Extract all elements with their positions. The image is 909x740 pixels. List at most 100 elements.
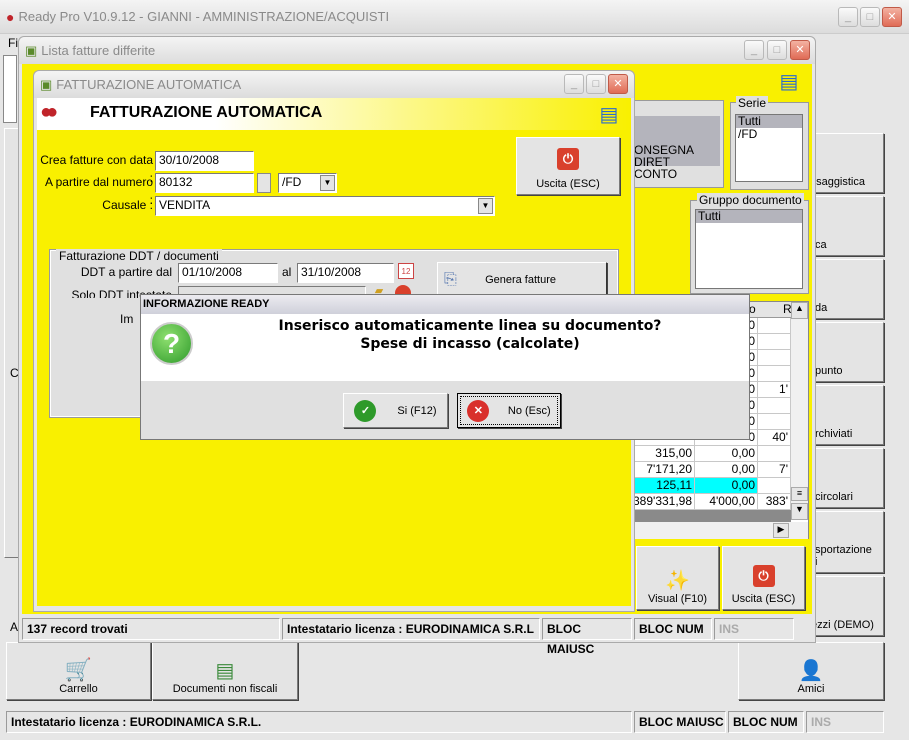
document-icon: ▣ bbox=[40, 76, 53, 92]
table-cell bbox=[758, 398, 791, 414]
power-icon: ⏻ bbox=[752, 565, 775, 587]
maximize-button[interactable]: □ bbox=[860, 7, 880, 27]
table-cell bbox=[758, 350, 791, 366]
fatt-header-title: FATTURAZIONE AUTOMATICA bbox=[90, 104, 323, 121]
main-title-bar: ● Ready Pro V10.9.12 - GIANNI - AMMINIST… bbox=[0, 0, 909, 34]
fatt-exit-button[interactable]: ⏻ Uscita (ESC) bbox=[516, 137, 620, 195]
chevron-down-icon[interactable]: ▼ bbox=[478, 198, 493, 214]
genera-fatture-button[interactable]: ⎘ Genera fatture bbox=[437, 262, 607, 298]
lista-maximize-button[interactable]: □ bbox=[767, 40, 787, 60]
person-icon: 👤 bbox=[798, 660, 824, 682]
lista-status-caps: BLOC MAIUSC bbox=[542, 618, 632, 656]
table-cell: 315,00 bbox=[633, 446, 695, 462]
serie-label: Serie bbox=[736, 96, 769, 110]
document-icon: ▣ bbox=[25, 42, 38, 58]
grid-vscrollbar[interactable]: ▲ ≡ ▼ bbox=[791, 302, 808, 520]
lista-close-button[interactable]: ✕ bbox=[790, 40, 810, 60]
records-count: 137 record trovati bbox=[22, 618, 280, 640]
lista-minimize-button[interactable]: _ bbox=[744, 40, 764, 60]
fatt-minimize-button[interactable]: _ bbox=[564, 74, 584, 94]
documents-people-icon: ▤ bbox=[599, 103, 619, 126]
list-selected[interactable]: ONSEGNA DIRET CONTO bbox=[634, 116, 720, 180]
documents-people-icon: ▤ bbox=[779, 70, 799, 93]
fatt-title: FATTURAZIONE AUTOMATICA bbox=[56, 77, 242, 92]
scroll-right-icon[interactable]: ▶ bbox=[773, 523, 789, 538]
table-cell bbox=[758, 414, 791, 430]
table-cell bbox=[758, 446, 791, 462]
x-icon: ✕ bbox=[467, 399, 490, 422]
ddt-from-label: DDT a partire dal bbox=[80, 265, 172, 279]
no-button[interactable]: ✕ No (Esc) bbox=[457, 393, 561, 428]
check-icon: ✓ bbox=[354, 399, 377, 422]
serie-item[interactable]: /FD bbox=[736, 128, 802, 141]
table-cell bbox=[758, 334, 791, 350]
gruppo-list[interactable]: Tutti bbox=[695, 209, 803, 289]
menu-file[interactable]: Fi bbox=[8, 36, 18, 50]
numero-lookup-button[interactable] bbox=[257, 173, 271, 193]
table-cell: 0,00 bbox=[695, 478, 758, 494]
serie-list[interactable]: Tutti /FD bbox=[735, 114, 803, 182]
status-num: BLOC NUM bbox=[728, 711, 804, 733]
table-cell: 7'171,20 bbox=[633, 462, 695, 478]
table-cell: 389'331,98 bbox=[633, 494, 695, 510]
scroll-up-icon[interactable]: ▲ bbox=[791, 302, 808, 319]
status-license: Intestatario licenza : EURODINAMICA S.R.… bbox=[6, 711, 632, 733]
grid-hscrollbar[interactable]: ▶ bbox=[633, 522, 808, 539]
lista-title: Lista fatture differite bbox=[41, 43, 156, 58]
calendar-icon[interactable]: 12 bbox=[398, 263, 414, 279]
lista-status-ins: INS bbox=[714, 618, 794, 640]
scroll-down-icon[interactable]: ▼ bbox=[791, 503, 808, 520]
ddt-group-title: Fatturazione DDT / documenti bbox=[56, 249, 222, 263]
table-cell: 383' bbox=[758, 494, 791, 510]
scroll-thumb[interactable]: ≡ bbox=[791, 487, 808, 501]
minimize-button[interactable]: _ bbox=[838, 7, 858, 27]
visual-button[interactable]: ✨ Visual (F10) bbox=[636, 546, 719, 610]
table-cell bbox=[758, 366, 791, 382]
table-cell: 7' bbox=[758, 462, 791, 478]
cart-icon: 🛒 bbox=[64, 657, 93, 682]
ddt-from-input[interactable]: 01/10/2008 bbox=[178, 263, 278, 283]
left-partial-panel bbox=[3, 55, 17, 123]
ddt-to-label: al bbox=[282, 265, 292, 279]
lista-exit-button[interactable]: ⏻ Uscita (ESC) bbox=[722, 546, 805, 610]
documenti-non-fiscali-button[interactable]: ▤ Documenti non fiscali bbox=[152, 642, 298, 700]
amici-button[interactable]: 👤 Amici bbox=[738, 642, 884, 700]
table-cell: 0,00 bbox=[695, 462, 758, 478]
ddt-to-input[interactable]: 31/10/2008 bbox=[297, 263, 394, 283]
dialog-title: INFORMAZIONE READY bbox=[141, 295, 749, 314]
carrello-button[interactable]: 🛒 Carrello bbox=[6, 642, 151, 700]
status-caps: BLOC MAIUSC bbox=[634, 711, 726, 733]
table-cell: 1' bbox=[758, 382, 791, 398]
causale-select[interactable]: VENDITA ▼ bbox=[155, 196, 495, 216]
magic-wand-icon: ✨ bbox=[665, 570, 690, 592]
fatt-close-button[interactable]: ✕ bbox=[608, 74, 628, 94]
importo-label-partial: Im bbox=[120, 312, 134, 326]
close-button[interactable]: ✕ bbox=[882, 7, 902, 27]
documents-gear-icon: ⎘ bbox=[444, 271, 457, 288]
grid-empty-area bbox=[633, 510, 791, 522]
data-input[interactable]: 30/10/2008 bbox=[155, 151, 254, 171]
strawberry-icon: ●● bbox=[40, 101, 58, 123]
fatt-title-bar: ▣ FATTURAZIONE AUTOMATICA bbox=[34, 71, 634, 98]
main-title: Ready Pro V10.9.12 - GIANNI - AMMINISTRA… bbox=[18, 9, 390, 24]
table-cell: 40' bbox=[758, 430, 791, 446]
gruppo-item[interactable]: Tutti bbox=[696, 210, 802, 223]
table-cell: 4'000,00 bbox=[695, 494, 758, 510]
serie-select[interactable]: /FD ▼ bbox=[278, 173, 337, 193]
documents-people-icon: ▤ bbox=[215, 660, 235, 682]
lista-title-bar: ▣ Lista fatture differite bbox=[19, 37, 815, 64]
table-cell bbox=[758, 318, 791, 334]
dialog-message: Inserisco automaticamente linea su docum… bbox=[278, 318, 662, 352]
fatt-maximize-button[interactable]: □ bbox=[586, 74, 606, 94]
gruppo-label: Gruppo documento bbox=[697, 193, 804, 207]
table-cell: 125,11 bbox=[633, 478, 695, 494]
strawberry-icon: ● bbox=[6, 8, 15, 25]
table-cell: 0,00 bbox=[695, 446, 758, 462]
lista-status-license: Intestatario licenza : EURODINAMICA S.R.… bbox=[282, 618, 540, 640]
numero-input[interactable]: 80132 bbox=[155, 173, 254, 193]
table-cell bbox=[758, 478, 791, 494]
status-ins: INS bbox=[806, 711, 884, 733]
lista-status-num: BLOC NUM bbox=[634, 618, 712, 640]
yes-button[interactable]: ✓ Si (F12) bbox=[343, 393, 448, 428]
chevron-down-icon[interactable]: ▼ bbox=[320, 175, 335, 191]
